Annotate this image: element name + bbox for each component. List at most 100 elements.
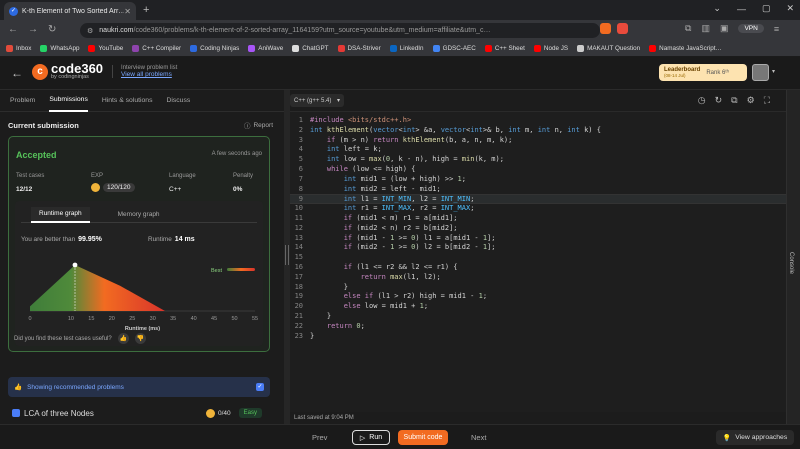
bookmark-item[interactable]: Node JS: [533, 45, 568, 52]
tab-submissions[interactable]: Submissions: [49, 90, 88, 112]
next-button[interactable]: Next: [471, 433, 486, 442]
code-line[interactable]: 4 int left = k;: [290, 145, 786, 155]
fullscreen-icon[interactable]: ⛶: [764, 95, 770, 106]
better-value: 99.95%: [78, 236, 102, 243]
code360-logo[interactable]: c code360 by codingninjas: [32, 62, 103, 80]
rewards-icon[interactable]: [617, 23, 628, 34]
tab-memory-graph[interactable]: Memory graph: [118, 207, 160, 223]
code-line[interactable]: 19 else if (l1 > r2) high = mid1 - 1;: [290, 292, 786, 302]
x-tick-label: 15: [88, 316, 94, 322]
code-line[interactable]: 10 int r1 = INT_MAX, r2 = INT_MAX;: [290, 204, 786, 214]
code-line[interactable]: 16 if (l1 <= r2 && l2 <= r1) {: [290, 263, 786, 273]
bookmark-item[interactable]: C++ Sheet: [484, 45, 525, 52]
vpn-button[interactable]: VPN: [738, 24, 764, 33]
code-line[interactable]: 8 int mid2 = left - mid1;: [290, 185, 786, 195]
code-line[interactable]: 14 if (mid2 - 1 >= 0) l2 = b[mid2 - 1];: [290, 243, 786, 253]
bookmark-item[interactable]: WhatsApp: [40, 45, 79, 52]
submit-button[interactable]: Submit code: [398, 430, 448, 445]
code-text: int mid2 = left - mid1;: [343, 184, 441, 193]
new-tab-icon[interactable]: +: [143, 4, 149, 16]
minimize-icon[interactable]: —: [737, 4, 746, 14]
code-line[interactable]: 21 }: [290, 312, 786, 322]
close-tab-icon[interactable]: ✕: [124, 7, 131, 16]
splitter-grip[interactable]: [285, 245, 289, 265]
code-line[interactable]: 2 int kthElement(vector<int> &a, vector<i…: [290, 126, 786, 136]
menu-icon[interactable]: ≡: [774, 24, 779, 34]
thumbs-up-icon[interactable]: 👍: [117, 333, 129, 344]
bookmark-item[interactable]: LinkedIn: [389, 45, 424, 52]
bookmark-item[interactable]: DSA-Striver: [337, 45, 381, 52]
copy-icon[interactable]: ⧉: [731, 95, 737, 106]
code-line[interactable]: 3 if (m > n) return kthElement(b, a, n, …: [290, 136, 786, 146]
code-line[interactable]: 15: [290, 253, 786, 263]
report-button[interactable]: ⓘ Report: [244, 120, 273, 131]
bookmark-item[interactable]: ChatGPT: [292, 45, 329, 52]
language-select[interactable]: C++ (g++ 5.4) ▾: [290, 94, 344, 107]
leaderboard-badge[interactable]: Leaderboard (08-14 Jul) Rank 6ᵗʰ: [659, 64, 747, 81]
code-line[interactable]: 1 #include <bits/stdc++.h>: [290, 116, 786, 126]
view-approaches-button[interactable]: 💡 View approaches: [716, 430, 794, 445]
code-line[interactable]: 12 if (mid2 < n) r2 = b[mid2];: [290, 224, 786, 234]
browser-tab[interactable]: ✓ K-th Element of Two Sorted Arr… ✕: [4, 2, 136, 20]
code-editor[interactable]: 1 #include <bits/stdc++.h> 2 int kthElement…: [290, 112, 786, 412]
code-line[interactable]: 13 if (mid1 - 1 >= 0) l1 = a[mid1 - 1];: [290, 234, 786, 244]
bookmark-icon: [292, 45, 300, 52]
code-line[interactable]: 6 while (low <= high) {: [290, 165, 786, 175]
bookmark-item[interactable]: GDSC-AEC: [432, 45, 476, 52]
sidebar-icon[interactable]: ▥: [701, 23, 710, 34]
bookmark-icon: [6, 45, 13, 52]
maximize-icon[interactable]: ▢: [762, 3, 771, 14]
code-line[interactable]: 17 return max(l1, l2);: [290, 273, 786, 283]
extensions-icon[interactable]: ⧉: [685, 23, 691, 34]
code-line[interactable]: 23}: [290, 332, 786, 342]
code-line[interactable]: 20 else low = mid1 + 1;: [290, 302, 786, 312]
run-button[interactable]: ▷ Run: [352, 430, 390, 445]
code-line[interactable]: 11 if (mid1 < m) r1 = a[mid1];: [290, 214, 786, 224]
view-all-problems-link[interactable]: View all problems: [121, 71, 177, 78]
bookmark-item[interactable]: YouTube: [88, 45, 123, 52]
code-line[interactable]: 18 }: [290, 283, 786, 293]
prev-button[interactable]: Prev: [312, 433, 327, 442]
back-icon[interactable]: ←: [8, 24, 18, 35]
next-problem-row[interactable]: LCA of three Nodes 0/40 Easy: [12, 408, 262, 418]
code-text: int kthElement(vector<int> &a, vector<in…: [310, 125, 601, 134]
bookmark-icon: [577, 45, 585, 52]
code-line[interactable]: 5 int low = max(0, k - n), high = min(k,…: [290, 155, 786, 165]
tab-search-icon[interactable]: ⌄: [713, 3, 721, 14]
tab-problem[interactable]: Problem: [10, 90, 35, 112]
highlight-point[interactable]: [72, 262, 78, 268]
recommended-checkbox[interactable]: ✓: [256, 383, 264, 391]
bookmark-item[interactable]: Namaste JavaScript…: [649, 45, 722, 52]
recommended-toggle[interactable]: 👍 Showing recommended problems ✓: [8, 377, 270, 397]
brave-shield-icon[interactable]: [600, 23, 611, 34]
bookmark-item[interactable]: AniWave: [248, 45, 283, 52]
address-bar[interactable]: ⚙ naukri.com/code360/problems/k-th-eleme…: [80, 23, 600, 38]
settings-icon[interactable]: ⚙: [747, 95, 755, 106]
tab-discuss[interactable]: Discuss: [166, 90, 190, 112]
tab-runtime-graph[interactable]: Runtime graph: [31, 206, 90, 223]
reset-icon[interactable]: ↻: [715, 95, 723, 106]
site-info-icon[interactable]: ⚙: [87, 27, 93, 35]
reload-icon[interactable]: ↻: [48, 24, 56, 35]
back-arrow-icon[interactable]: ←: [11, 66, 23, 80]
bookmark-item[interactable]: Coding Ninjas: [190, 45, 239, 52]
forward-icon[interactable]: →: [28, 24, 38, 35]
thumbs-down-icon[interactable]: 👎: [134, 333, 146, 344]
bookmark-label: AniWave: [258, 45, 284, 52]
code-line[interactable]: 7 int mid1 = (low + high) >> 1;: [290, 175, 786, 185]
bookmark-item[interactable]: Inbox: [6, 45, 31, 52]
bookmark-label: Coding Ninjas: [200, 45, 240, 52]
console-toggle[interactable]: Console: [786, 90, 800, 424]
avatar[interactable]: [752, 64, 769, 81]
tab-hints-solutions[interactable]: Hints & solutions: [102, 90, 153, 112]
line-number: 4: [298, 145, 303, 154]
line-number: 5: [298, 155, 303, 164]
chevron-down-icon[interactable]: ▾: [772, 68, 775, 75]
wallet-icon[interactable]: ▣: [720, 23, 729, 34]
close-window-icon[interactable]: ✕: [786, 3, 794, 14]
bookmark-item[interactable]: MAKAUT Question: [577, 45, 640, 52]
bookmark-item[interactable]: C++ Compiler: [132, 45, 181, 52]
code-line[interactable]: 9 int l1 = INT_MIN, l2 = INT_MIN;: [290, 194, 786, 205]
code-line[interactable]: 22 return 0;: [290, 322, 786, 332]
timer-icon[interactable]: ◷: [698, 95, 706, 106]
